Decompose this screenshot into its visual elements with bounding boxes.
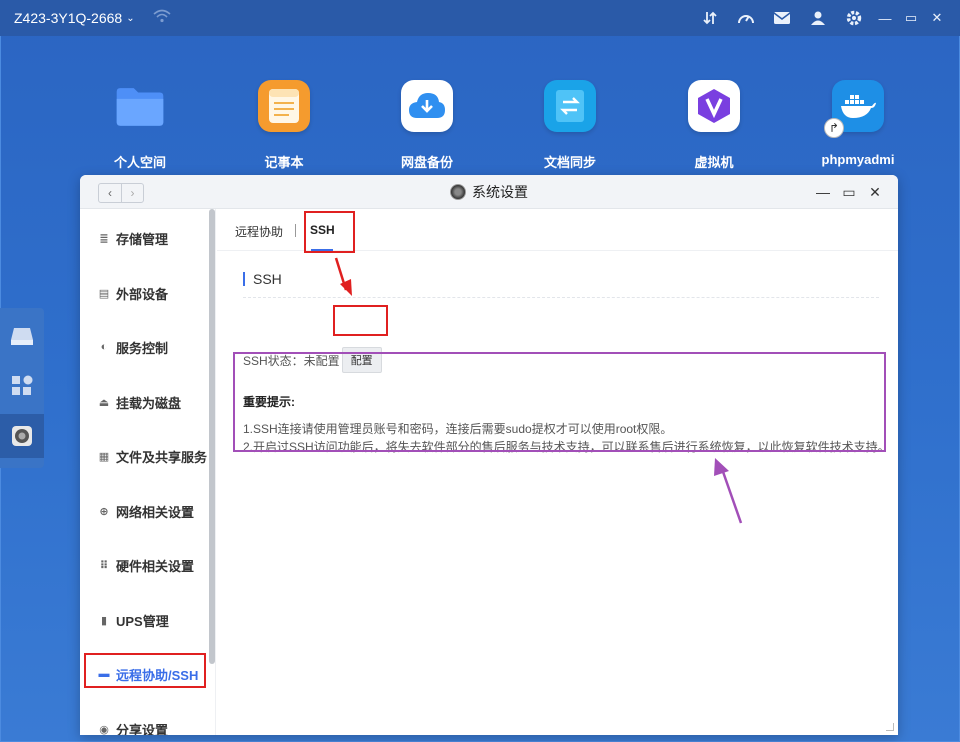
annotation-arrows xyxy=(334,257,743,524)
